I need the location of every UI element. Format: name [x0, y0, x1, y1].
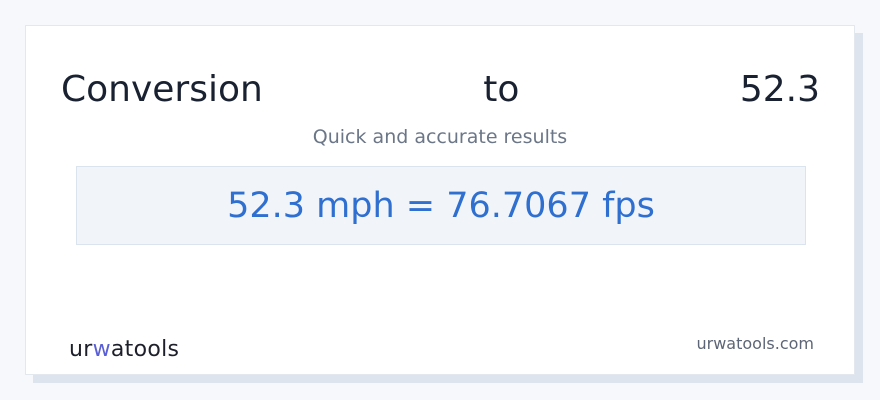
result-box: 52.3 mph = 76.7067 fps: [76, 166, 806, 245]
site-url: urwatools.com: [696, 334, 815, 353]
conversion-result: 52.3 mph = 76.7067 fps: [227, 185, 655, 226]
logo-text-part2: atools: [110, 337, 180, 362]
conversion-card: Conversion to 52.3 Quick and accurate re…: [25, 25, 855, 375]
logo-text-part1: ur: [69, 337, 93, 362]
title-value: 52.3: [739, 68, 820, 110]
title-conversion-label: Conversion: [61, 68, 263, 110]
title-row: Conversion to 52.3: [61, 66, 820, 112]
subtitle: Quick and accurate results: [312, 126, 568, 148]
logo-text-accent: w: [92, 337, 111, 362]
title-to-label: to: [483, 68, 520, 110]
urwatools-logo: urwatools: [69, 337, 179, 363]
